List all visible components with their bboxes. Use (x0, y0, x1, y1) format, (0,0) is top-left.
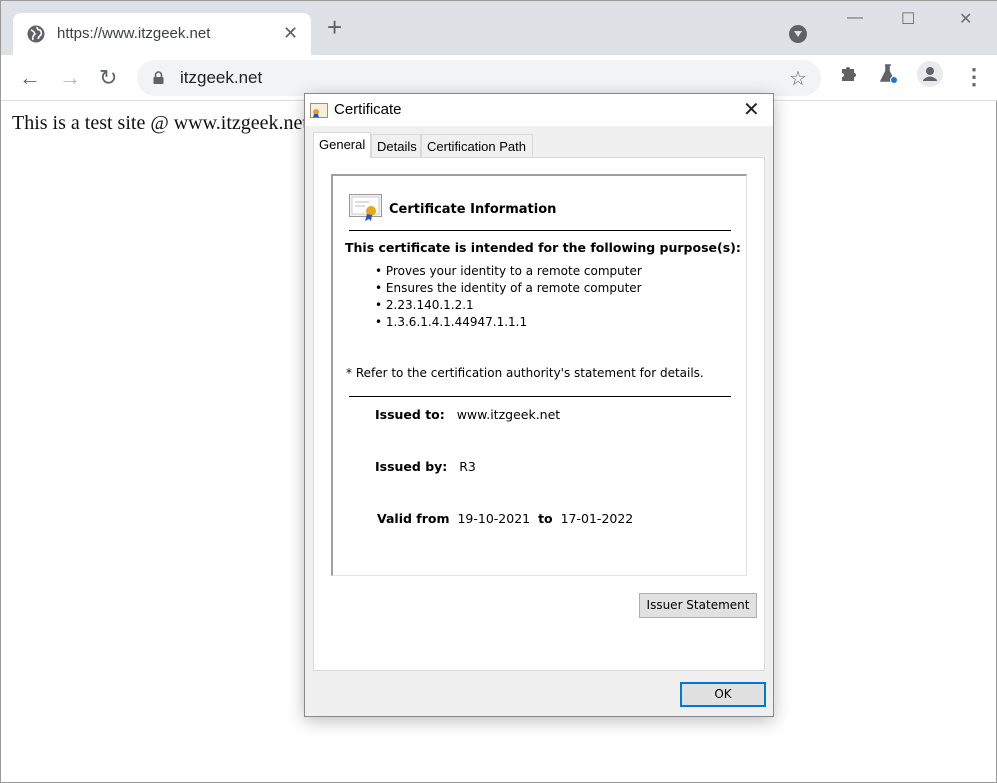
globe-icon (27, 25, 45, 43)
purpose-item: Proves your identity to a remote compute… (375, 264, 642, 281)
issued-to-value: www.itzgeek.net (456, 407, 561, 422)
general-tab-panel: Certificate Information This certificate… (313, 157, 765, 671)
tab-close-icon[interactable]: ✕ (283, 23, 298, 44)
validity-row: Valid from 19-10-2021 to 17-01-2022 (377, 511, 633, 526)
certificate-info-icon (349, 194, 382, 221)
menu-icon[interactable]: ⋮ (963, 64, 985, 90)
browser-tab[interactable]: https://www.itzgeek.net ✕ (13, 13, 311, 55)
dialog-close-button[interactable]: ✕ (743, 97, 760, 122)
certificate-dialog: Certificate ✕ General Details Certificat… (304, 93, 774, 717)
tab-strip: https://www.itzgeek.net ✕ + — ☐ ✕ (1, 1, 997, 55)
dialog-title-bar: Certificate ✕ (305, 94, 773, 126)
valid-from-value: 19-10-2021 (457, 511, 531, 526)
url-text[interactable]: itzgeek.net (180, 68, 262, 88)
minimize-button[interactable]: — (847, 9, 863, 27)
new-tab-button[interactable]: + (327, 14, 342, 40)
issued-by-value: R3 (459, 459, 476, 474)
ok-button[interactable]: OK (680, 682, 766, 707)
certificate-info-heading: Certificate Information (389, 202, 557, 217)
issued-to-label: Issued to: (375, 407, 445, 422)
tab-certification-path[interactable]: Certification Path (421, 134, 533, 158)
labs-flask-icon[interactable] (878, 63, 900, 85)
lock-icon[interactable] (153, 71, 164, 84)
purpose-list: Proves your identity to a remote compute… (375, 264, 642, 332)
profile-avatar-icon[interactable] (917, 61, 943, 87)
bookmark-star-icon[interactable]: ☆ (789, 66, 807, 91)
valid-to-label: to (538, 511, 553, 526)
divider (349, 396, 731, 397)
close-window-button[interactable]: ✕ (959, 9, 972, 29)
dialog-title: Certificate (334, 101, 402, 118)
issued-by-label: Issued by: (375, 459, 448, 474)
reload-button[interactable]: ↻ (99, 65, 117, 91)
address-bar[interactable]: itzgeek.net ☆ (137, 60, 821, 96)
purpose-heading: This certificate is intended for the fol… (345, 240, 741, 255)
certificate-info-box: Certificate Information This certificate… (331, 174, 747, 576)
issued-to-row: Issued to: www.itzgeek.net (375, 407, 560, 422)
issued-by-row: Issued by: R3 (375, 459, 476, 474)
valid-to-value: 17-01-2022 (560, 511, 634, 526)
purpose-item: Ensures the identity of a remote compute… (375, 281, 642, 298)
refer-note: * Refer to the certification authority's… (346, 366, 704, 380)
page-content-text: This is a test site @ www.itzgeek.net (12, 112, 308, 134)
valid-from-label: Valid from (377, 511, 450, 526)
divider (349, 230, 731, 231)
tab-details[interactable]: Details (371, 134, 421, 158)
tab-title: https://www.itzgeek.net (57, 25, 211, 42)
tab-search-icon[interactable] (789, 25, 807, 43)
certificate-icon (310, 103, 328, 118)
purpose-item: 1.3.6.1.4.1.44947.1.1.1 (375, 315, 642, 332)
extensions-icon[interactable] (839, 63, 859, 83)
maximize-button[interactable]: ☐ (901, 9, 915, 29)
tab-general[interactable]: General (313, 132, 371, 158)
forward-button[interactable]: → (59, 65, 81, 91)
back-button[interactable]: ← (19, 65, 41, 91)
issuer-statement-button[interactable]: Issuer Statement (639, 593, 757, 618)
purpose-item: 2.23.140.1.2.1 (375, 298, 642, 315)
